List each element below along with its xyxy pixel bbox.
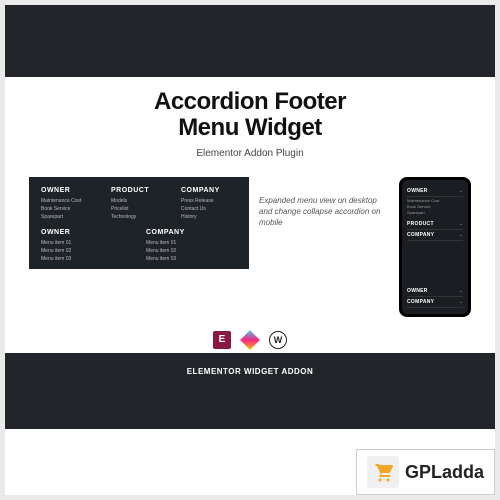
menu-item[interactable]: Press Release <box>181 197 237 205</box>
menu-item[interactable]: Menu item 03 <box>146 255 237 263</box>
mobile-section-1: OWNER ⌄ Maintenance Cost Book Service Sp… <box>407 186 463 241</box>
demo-row: OWNER Maintenance Cost Book Service Spar… <box>5 167 495 323</box>
desktop-col-owner: OWNER Maintenance Cost Book Service Spar… <box>41 187 97 221</box>
accordion-row-owner[interactable]: OWNER ⌄ <box>407 186 463 197</box>
chevron-down-icon: ⌄ <box>459 232 463 238</box>
desktop-col-owner-2: OWNER Menu item 01 Menu item 02 Menu ite… <box>41 229 132 263</box>
menu-item[interactable]: Menu item 02 <box>41 247 132 255</box>
diamond-icon <box>241 331 259 349</box>
col-heading: OWNER <box>41 187 97 194</box>
menu-item[interactable]: Pricelist <box>111 205 167 213</box>
accordion-heading: COMPANY <box>407 299 434 305</box>
menu-item[interactable]: History <box>181 213 237 221</box>
col-heading: COMPANY <box>146 229 237 236</box>
desktop-footer-preview: OWNER Maintenance Cost Book Service Spar… <box>29 177 249 269</box>
platform-logos: W <box>5 323 495 353</box>
col-heading: COMPANY <box>181 187 237 194</box>
elementor-icon <box>213 331 231 349</box>
product-card: Accordion Footer Menu Widget Elementor A… <box>5 5 495 495</box>
menu-item[interactable]: Menu item 03 <box>41 255 132 263</box>
wordpress-icon: W <box>269 331 287 349</box>
mobile-section-2: OWNER ⌄ COMPANY ⌄ <box>407 286 463 308</box>
menu-item[interactable]: Models <box>111 197 167 205</box>
caption-text: Expanded menu view on desktop and change… <box>259 177 389 229</box>
hero-section: Accordion Footer Menu Widget Elementor A… <box>5 77 495 167</box>
menu-item[interactable]: Book Service <box>41 205 97 213</box>
menu-item[interactable]: Sparepart <box>41 213 97 221</box>
accordion-row-owner-2[interactable]: OWNER ⌄ <box>407 286 463 297</box>
top-dark-band <box>5 5 495 77</box>
accordion-heading: PRODUCT <box>407 221 434 227</box>
mobile-preview: OWNER ⌄ Maintenance Cost Book Service Sp… <box>399 177 471 317</box>
bottom-dark-band: ELEMENTOR WIDGET ADDON <box>5 353 495 429</box>
title-line-1: Accordion Footer <box>154 88 346 115</box>
accordion-row-product[interactable]: PRODUCT ⌄ <box>407 219 463 230</box>
cart-icon <box>367 456 399 488</box>
menu-item[interactable]: Contact Us <box>181 205 237 213</box>
brand-name: GPLadda <box>405 462 484 483</box>
desktop-row-1: OWNER Maintenance Cost Book Service Spar… <box>41 187 237 221</box>
product-subtitle: Elementor Addon Plugin <box>25 148 475 159</box>
brand-footer[interactable]: GPLadda <box>356 449 495 495</box>
accordion-heading: OWNER <box>407 288 428 294</box>
title-line-2: Menu Widget <box>178 114 322 141</box>
col-heading: OWNER <box>41 229 132 236</box>
product-title: Accordion Footer Menu Widget <box>25 89 475 142</box>
desktop-col-company-2: COMPANY Menu item 01 Menu item 02 Menu i… <box>146 229 237 263</box>
menu-item[interactable]: Technology <box>111 213 167 221</box>
menu-item[interactable]: Menu item 01 <box>146 239 237 247</box>
chevron-down-icon: ⌄ <box>459 299 463 305</box>
accordion-expanded: Maintenance Cost Book Service Sparepart <box>407 197 463 219</box>
menu-item[interactable]: Maintenance Cost <box>41 197 97 205</box>
menu-item[interactable]: Menu item 02 <box>146 247 237 255</box>
chevron-down-icon: ⌄ <box>459 288 463 294</box>
chevron-down-icon: ⌄ <box>459 188 463 194</box>
desktop-col-product: PRODUCT Models Pricelist Technology <box>111 187 167 221</box>
col-heading: PRODUCT <box>111 187 167 194</box>
footer-label: ELEMENTOR WIDGET ADDON <box>187 367 314 376</box>
accordion-row-company[interactable]: COMPANY ⌄ <box>407 230 463 241</box>
menu-item[interactable]: Menu item 01 <box>41 239 132 247</box>
desktop-row-2: OWNER Menu item 01 Menu item 02 Menu ite… <box>41 229 237 263</box>
accordion-heading: COMPANY <box>407 232 434 238</box>
accordion-row-company-2[interactable]: COMPANY ⌄ <box>407 297 463 308</box>
accordion-heading: OWNER <box>407 188 428 194</box>
menu-item[interactable]: Sparepart <box>407 210 463 216</box>
chevron-down-icon: ⌄ <box>459 221 463 227</box>
desktop-col-company: COMPANY Press Release Contact Us History <box>181 187 237 221</box>
